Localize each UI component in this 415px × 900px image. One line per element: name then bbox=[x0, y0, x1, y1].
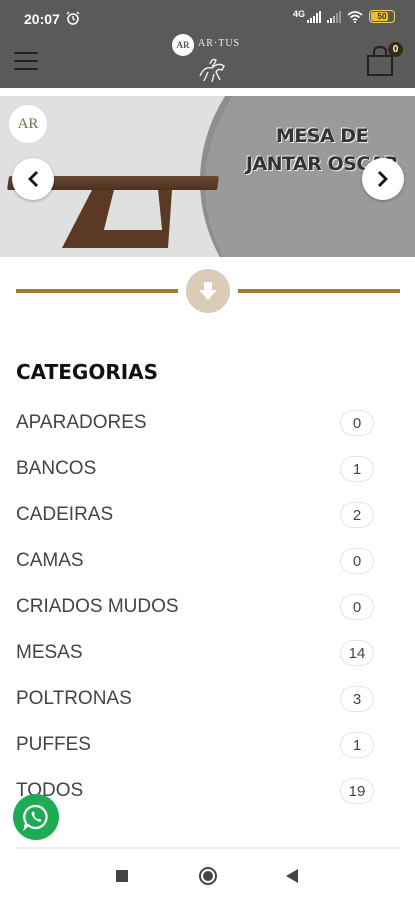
status-time: 20:07 bbox=[24, 11, 60, 27]
table-image-leg bbox=[62, 190, 172, 248]
carousel-next-button[interactable] bbox=[362, 158, 404, 200]
back-icon[interactable] bbox=[286, 869, 298, 883]
app-header: AR AR·TUS 0 bbox=[0, 34, 415, 88]
category-name: CAMAS bbox=[16, 550, 84, 571]
brand-logo[interactable]: AR AR·TUS bbox=[170, 34, 250, 88]
category-count-badge: 1 bbox=[340, 456, 374, 482]
section-divider bbox=[0, 268, 415, 314]
category-name: MESAS bbox=[16, 642, 83, 663]
signal-icon bbox=[327, 10, 341, 23]
category-count-badge: 19 bbox=[340, 778, 374, 804]
category-name: PUFFES bbox=[16, 734, 91, 755]
category-count-badge: 2 bbox=[340, 502, 374, 528]
category-item-camas[interactable]: CAMAS 0 bbox=[0, 538, 415, 584]
battery-level: 50 bbox=[377, 12, 387, 21]
signal-icon bbox=[307, 10, 321, 23]
arrow-down-icon bbox=[199, 282, 217, 300]
category-item-poltronas[interactable]: POLTRONAS 3 bbox=[0, 676, 415, 722]
category-item-todos[interactable]: TODOS 19 bbox=[0, 768, 415, 814]
recents-icon[interactable] bbox=[116, 870, 128, 882]
chevron-right-icon bbox=[378, 171, 388, 187]
logo-mark: AR bbox=[172, 34, 194, 56]
category-name: BANCOS bbox=[16, 458, 97, 479]
home-icon[interactable] bbox=[199, 867, 217, 885]
whatsapp-icon bbox=[23, 804, 48, 831]
category-count-badge: 3 bbox=[340, 686, 374, 712]
category-item-bancos[interactable]: BANCOS 1 bbox=[0, 446, 415, 492]
category-count-badge: 14 bbox=[340, 640, 374, 666]
category-count-badge: 1 bbox=[340, 732, 374, 758]
category-count-badge: 0 bbox=[340, 410, 374, 436]
cart-count-badge: 0 bbox=[388, 42, 403, 57]
categories-title: CATEGORIAS bbox=[16, 360, 159, 384]
category-item-cadeiras[interactable]: CADEIRAS 2 bbox=[0, 492, 415, 538]
hamburger-menu-icon[interactable] bbox=[14, 52, 38, 72]
system-nav-bar bbox=[0, 852, 415, 900]
footer-separator bbox=[16, 847, 400, 849]
category-item-criados-mudos[interactable]: CRIADOS MUDOS 0 bbox=[0, 584, 415, 630]
wifi-icon bbox=[347, 10, 363, 23]
carousel-prev-button[interactable] bbox=[12, 158, 54, 200]
category-name: CRIADOS MUDOS bbox=[16, 596, 179, 617]
cart-button[interactable]: 0 bbox=[366, 42, 406, 82]
header-separator bbox=[0, 88, 415, 96]
logo-text: AR·TUS bbox=[198, 38, 241, 49]
banner-title-line1: MESA DE bbox=[275, 125, 369, 147]
chevron-left-icon bbox=[28, 171, 38, 187]
battery-icon: 50 bbox=[369, 10, 395, 23]
category-name: POLTRONAS bbox=[16, 688, 132, 709]
category-item-aparadores[interactable]: APARADORES 0 bbox=[0, 400, 415, 446]
category-count-badge: 0 bbox=[340, 548, 374, 574]
hero-banner[interactable]: AR MESA DE JANTAR OSCAR bbox=[0, 96, 415, 257]
scroll-down-button[interactable] bbox=[186, 269, 230, 313]
status-bar: 20:07 4G 50 bbox=[0, 0, 415, 38]
network-type: 4G bbox=[292, 8, 305, 19]
category-name: CADEIRAS bbox=[16, 504, 114, 525]
banner-logo: AR bbox=[8, 104, 48, 144]
category-item-puffes[interactable]: PUFFES 1 bbox=[0, 722, 415, 768]
alarm-icon bbox=[66, 11, 80, 25]
category-name: APARADORES bbox=[16, 412, 147, 433]
horse-rider-icon bbox=[199, 58, 225, 83]
category-item-mesas[interactable]: MESAS 14 bbox=[0, 630, 415, 676]
category-count-badge: 0 bbox=[340, 594, 374, 620]
whatsapp-button[interactable] bbox=[13, 794, 59, 840]
